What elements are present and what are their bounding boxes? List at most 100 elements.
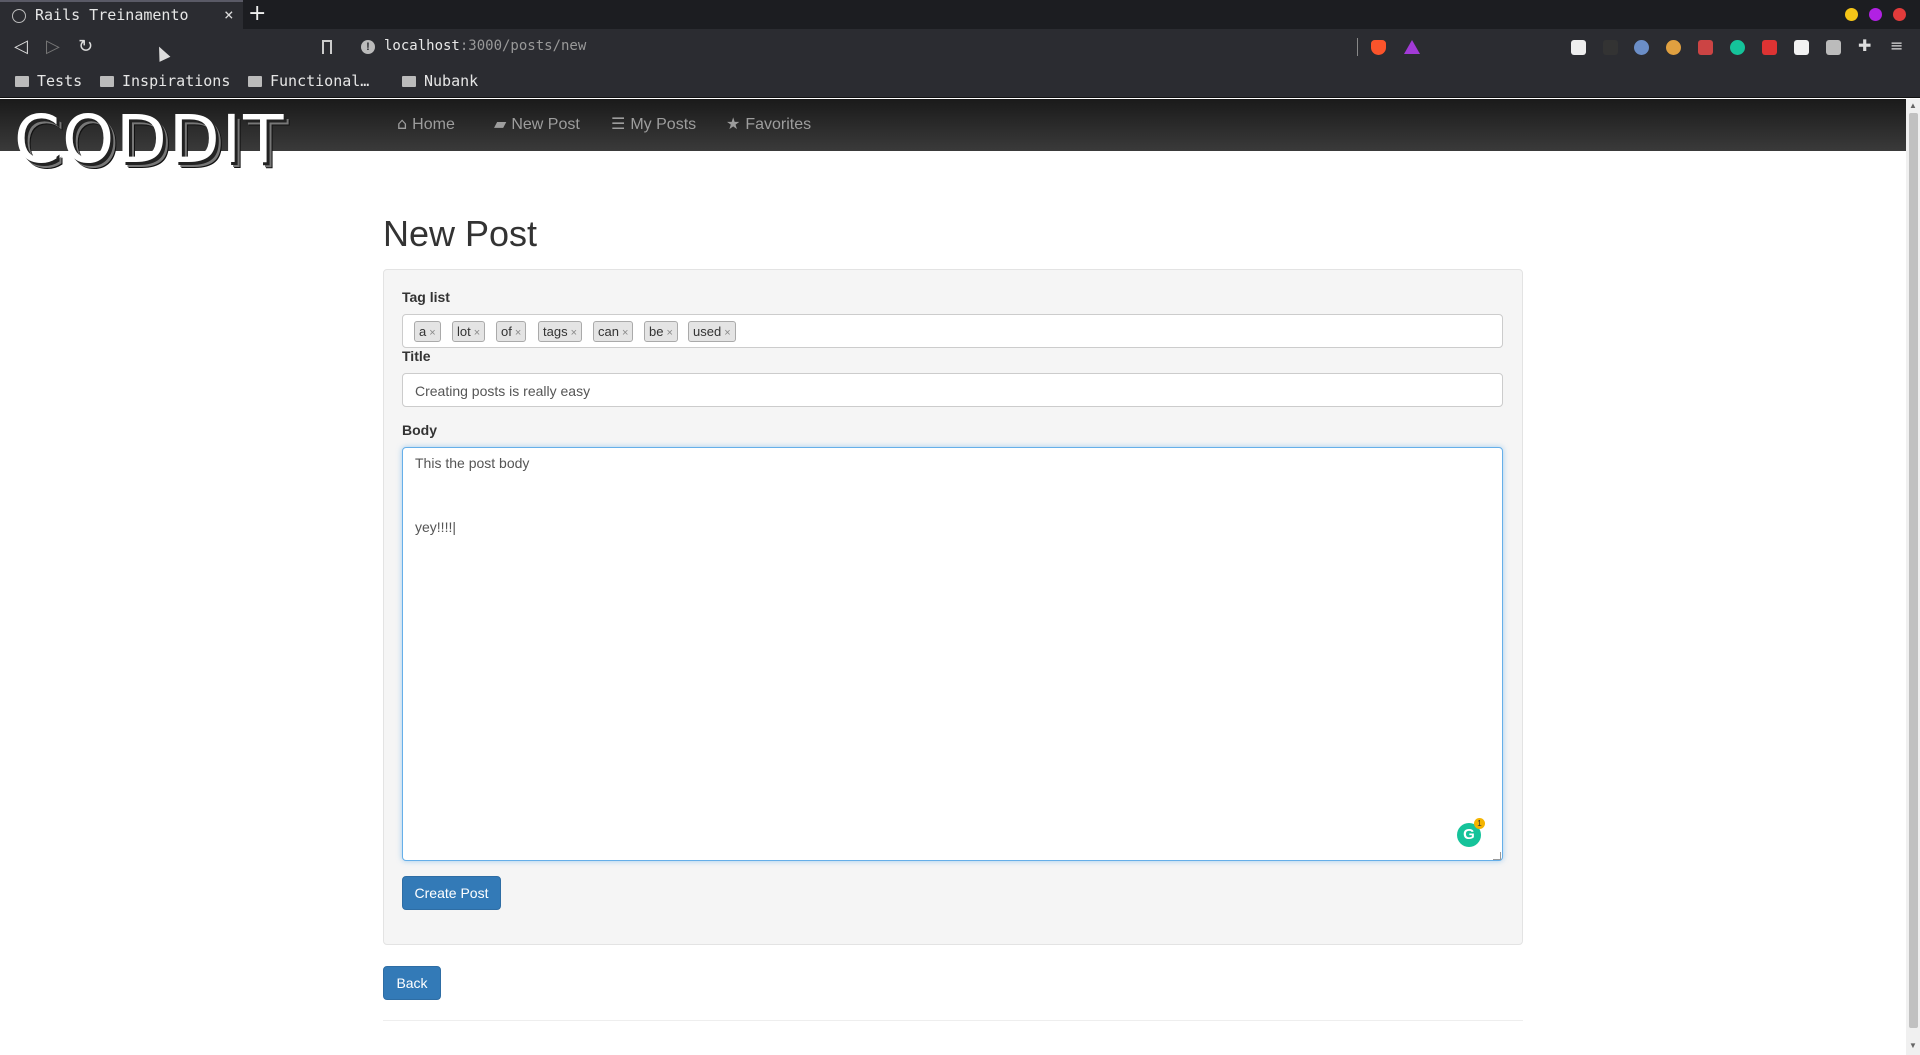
nav-new-post[interactable]: ▰ New Post [494, 114, 580, 134]
bookmark-label: Functional… [270, 72, 370, 90]
body-label: Body [402, 422, 437, 438]
cookie-icon[interactable] [1666, 40, 1681, 55]
grammarly-extension-icon[interactable] [1730, 40, 1745, 55]
globe-icon [12, 9, 26, 23]
page-scrollbar[interactable]: ▲ ▼ [1906, 99, 1920, 1055]
url-host: localhost [384, 38, 460, 54]
nav-label: New Post [511, 116, 580, 133]
scroll-down-icon[interactable]: ▼ [1909, 1041, 1917, 1050]
scroll-up-icon[interactable]: ▲ [1909, 101, 1917, 110]
back-arrow-icon[interactable]: ◁ [14, 36, 28, 57]
grammarly-badge: 1 [1474, 818, 1485, 829]
folder-icon [402, 76, 416, 87]
extension-icon[interactable] [1698, 40, 1713, 55]
book-icon: ▰ [494, 114, 507, 133]
body-line: This the post body [415, 455, 530, 471]
bookmark-folder[interactable]: Nubank [402, 72, 478, 90]
new-tab-button[interactable]: + [248, 1, 266, 26]
extensions-puzzle-icon[interactable]: ✚ [1858, 36, 1871, 55]
tag-chip: a × [414, 321, 441, 342]
bookmark-folder[interactable]: Tests [15, 72, 82, 90]
tag-remove-icon[interactable]: × [515, 327, 521, 339]
tag-list-input[interactable]: a × lot × of × tags × can × be × used × [402, 314, 1503, 348]
body-textarea[interactable]: This the post body yey!!!!| [402, 447, 1503, 861]
tag-label: tags [543, 324, 568, 339]
divider [1357, 38, 1358, 56]
maximize-button[interactable] [1869, 8, 1882, 21]
site-info-icon[interactable]: ! [361, 40, 375, 54]
body-line [415, 471, 1490, 487]
url-path: :3000/posts/new [459, 38, 587, 54]
reader-icon[interactable] [1794, 40, 1809, 55]
extension-icon[interactable] [1603, 40, 1618, 55]
bookmark-folder[interactable]: Inspirations [100, 72, 230, 90]
forward-arrow-icon[interactable]: ▷ [46, 36, 60, 57]
brave-rewards-icon[interactable] [1404, 40, 1420, 54]
tag-chip: tags × [538, 321, 583, 342]
nav-home[interactable]: ⌂ Home [397, 114, 455, 134]
folder-icon [248, 76, 262, 87]
close-window-button[interactable] [1893, 8, 1906, 21]
nav-label: Favorites [745, 116, 812, 133]
reload-icon[interactable]: ↻ [78, 36, 93, 57]
divider [383, 1020, 1523, 1021]
tag-chip: can × [593, 321, 634, 342]
nav-label: My Posts [630, 116, 697, 133]
tab-close-button[interactable]: × [224, 5, 234, 24]
bookmark-label: Tests [37, 72, 83, 90]
bookmark-label: Nubank [424, 72, 479, 90]
extension-icon[interactable] [1571, 40, 1586, 55]
address-bar[interactable]: localhost:3000/posts/new [384, 38, 586, 54]
back-button[interactable]: Back [383, 966, 441, 1000]
tag-remove-icon[interactable]: × [622, 327, 628, 339]
tag-list-label: Tag list [402, 289, 450, 305]
tag-remove-icon[interactable]: × [571, 327, 577, 339]
scrollbar-thumb[interactable] [1909, 113, 1918, 1028]
tag-remove-icon[interactable]: × [474, 327, 480, 339]
home-icon: ⌂ [397, 114, 408, 133]
page-title: New Post [383, 213, 538, 254]
folder-icon [100, 76, 114, 87]
browser-tab-bar: Rails Treinamento × + [0, 0, 1920, 29]
extension-icon[interactable] [1762, 40, 1777, 55]
tag-label: used [693, 324, 722, 339]
app-logo[interactable]: CODDIT [14, 104, 285, 176]
minimize-button[interactable] [1845, 8, 1858, 21]
tag-label: of [501, 324, 512, 339]
tag-remove-icon[interactable]: × [724, 327, 730, 339]
tag-label: be [649, 324, 664, 339]
list-icon: ☰ [611, 114, 626, 133]
tab-title: Rails Treinamento [35, 6, 189, 24]
brave-shield-icon[interactable] [1371, 40, 1386, 55]
menu-icon[interactable]: ≡ [1890, 36, 1903, 55]
title-input[interactable]: Creating posts is really easy [402, 373, 1503, 407]
folder-icon [15, 76, 29, 87]
tag-remove-icon[interactable]: × [429, 327, 435, 339]
tag-chip: be × [644, 321, 678, 342]
nav-favorites[interactable]: ★ Favorites [726, 114, 811, 134]
nav-my-posts[interactable]: ☰ My Posts [611, 114, 696, 134]
tag-chip: used × [688, 321, 736, 342]
bookmark-folder[interactable]: Functional… [248, 72, 369, 90]
star-icon: ★ [726, 114, 741, 133]
tag-label: lot [457, 324, 471, 339]
body-line: yey!!!!| [415, 519, 456, 535]
bookmark-label: Inspirations [122, 72, 231, 90]
browser-tab[interactable]: Rails Treinamento × [0, 0, 243, 29]
tag-label: can [598, 324, 619, 339]
tag-label: a [419, 324, 427, 339]
app-navbar [0, 99, 1906, 151]
title-label: Title [402, 348, 431, 364]
extension-icon[interactable] [1634, 40, 1649, 55]
tag-chip: of × [496, 321, 527, 342]
extension-icon[interactable] [1826, 40, 1841, 55]
tag-remove-icon[interactable]: × [666, 327, 672, 339]
resize-handle[interactable] [1493, 852, 1501, 860]
body-line [415, 487, 1490, 503]
tag-chip: lot × [452, 321, 486, 342]
bookmark-page-icon[interactable] [322, 40, 332, 54]
browser-navbar: ◁ ▷ ↻ ! localhost:3000/posts/new ✚ ≡ [0, 29, 1920, 66]
bookmarks-bar: Tests Inspirations Functional… Nubank [0, 66, 1920, 98]
create-post-button[interactable]: Create Post [402, 876, 501, 910]
body-line [415, 503, 1490, 519]
